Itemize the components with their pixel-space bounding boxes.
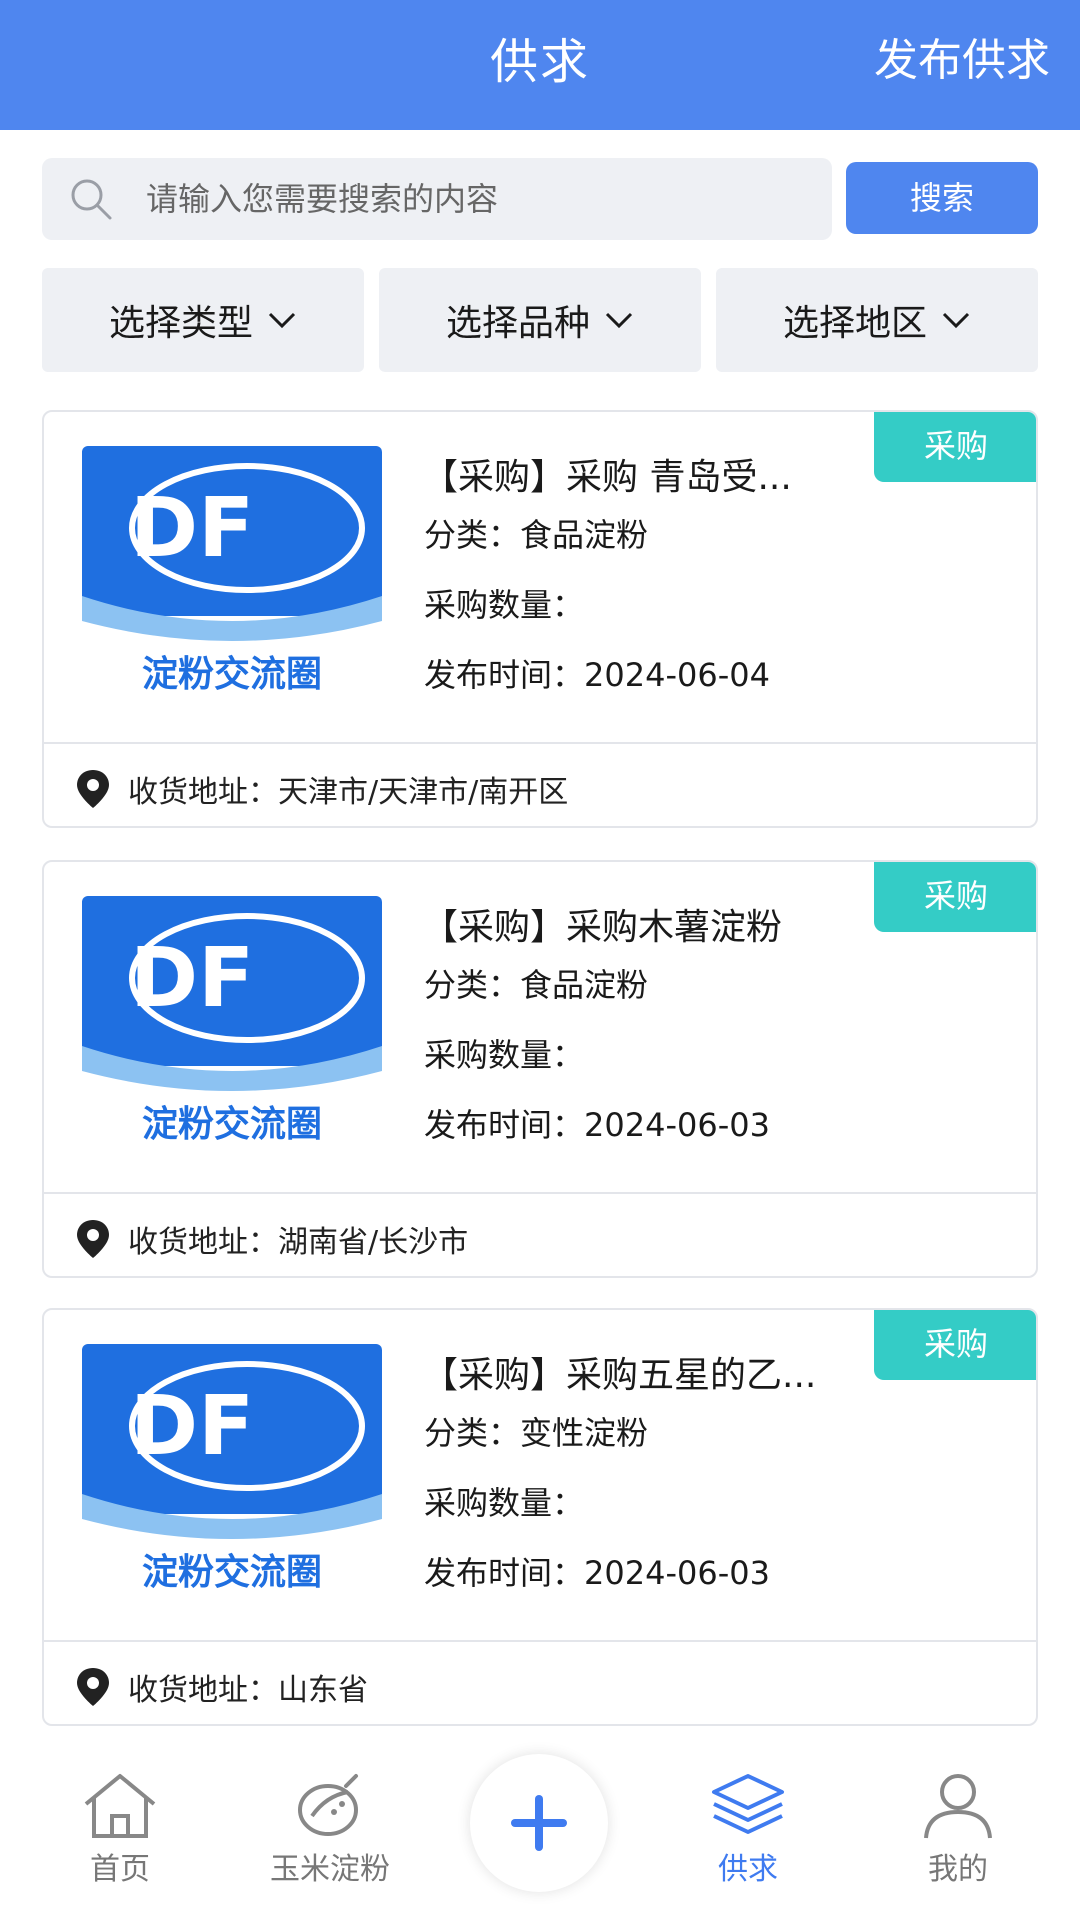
- publish-fab[interactable]: [470, 1754, 608, 1892]
- nav-label: 首页: [90, 1852, 150, 1887]
- logo-letters: DF: [130, 481, 254, 576]
- divider: [44, 1192, 1036, 1194]
- card-address: 收货地址：山东省: [128, 1673, 368, 1708]
- purchase-badge: 采购: [874, 862, 1036, 932]
- logo-letters: DF: [130, 1379, 254, 1474]
- supply-card[interactable]: DF 淀粉交流圈 【采购】采购五星的乙... 分类：变性淀粉 采购数量： 发布时…: [42, 1308, 1038, 1726]
- nav-item-mine[interactable]: 我的: [878, 1770, 1038, 1888]
- layers-icon: [712, 1774, 784, 1834]
- filter-type-dropdown[interactable]: 选择类型: [42, 268, 364, 372]
- df-logo-thumbnail: DF 淀粉交流圈: [82, 1344, 382, 1593]
- nav-label: 供求: [718, 1852, 778, 1887]
- logo-caption: 淀粉交流圈: [142, 653, 322, 695]
- corn-icon: [298, 1774, 358, 1836]
- filter-variety-dropdown[interactable]: 选择品种: [379, 268, 701, 372]
- chevron-down-icon: [268, 312, 296, 329]
- card-title: 【采购】采购木薯淀粉: [422, 907, 783, 948]
- filter-label: 选择地区: [782, 303, 927, 344]
- bottom-nav: 首页 玉米淀粉 供求 我的: [0, 1728, 1080, 1920]
- logo-caption: 淀粉交流圈: [142, 1551, 322, 1593]
- search-icon: [71, 179, 112, 220]
- nav-label: 我的: [928, 1852, 988, 1887]
- user-icon: [924, 1774, 992, 1839]
- df-logo-thumbnail: DF 淀粉交流圈: [82, 896, 382, 1145]
- nav-item-corn-starch[interactable]: 玉米淀粉: [250, 1770, 410, 1888]
- card-title: 【采购】采购 青岛受...: [422, 457, 792, 498]
- chevron-down-icon: [942, 312, 970, 329]
- home-icon: [84, 1774, 156, 1838]
- purchase-badge: 采购: [874, 412, 1036, 482]
- card-category: 分类：变性淀粉: [424, 1414, 649, 1452]
- card-title: 【采购】采购五星的乙...: [422, 1355, 817, 1396]
- df-logo-thumbnail: DF 淀粉交流圈: [82, 446, 382, 695]
- card-quantity: 采购数量：: [424, 586, 585, 624]
- publish-supply-button[interactable]: 发布供求: [874, 24, 1050, 88]
- filter-label: 选择品种: [445, 303, 590, 344]
- divider: [44, 1640, 1036, 1642]
- search-field[interactable]: 请输入您需要搜索的内容: [42, 158, 832, 240]
- location-pin-icon: [77, 1668, 109, 1706]
- search-input[interactable]: 请输入您需要搜索的内容: [146, 158, 498, 240]
- card-quantity: 采购数量：: [424, 1036, 585, 1074]
- card-address-row: 收货地址：湖南省/长沙市: [74, 1214, 468, 1264]
- card-address-row: 收货地址：天津市/天津市/南开区: [74, 764, 568, 814]
- logo-caption: 淀粉交流圈: [142, 1103, 322, 1145]
- card-quantity: 采购数量：: [424, 1484, 585, 1522]
- nav-label: 玉米淀粉: [270, 1852, 390, 1887]
- purchase-badge: 采购: [874, 1310, 1036, 1380]
- nav-item-home[interactable]: 首页: [40, 1770, 200, 1888]
- location-pin-icon: [77, 1220, 109, 1258]
- card-date: 发布时间：2024-06-04: [424, 656, 770, 694]
- location-pin-icon: [77, 770, 109, 808]
- card-address: 收货地址：湖南省/长沙市: [128, 1225, 469, 1260]
- supply-card[interactable]: DF 淀粉交流圈 【采购】采购木薯淀粉 分类：食品淀粉 采购数量： 发布时间：2…: [42, 860, 1038, 1278]
- filter-label: 选择类型: [108, 303, 253, 344]
- search-button[interactable]: 搜索: [846, 162, 1038, 234]
- chevron-down-icon: [605, 312, 633, 329]
- card-date: 发布时间：2024-06-03: [424, 1554, 770, 1592]
- nav-item-supply[interactable]: 供求: [668, 1770, 828, 1888]
- logo-letters: DF: [130, 931, 254, 1026]
- card-category: 分类：食品淀粉: [424, 516, 649, 554]
- filter-region-dropdown[interactable]: 选择地区: [716, 268, 1038, 372]
- card-category: 分类：食品淀粉: [424, 966, 649, 1004]
- app-header: 供求 发布供求: [0, 0, 1080, 130]
- card-address-row: 收货地址：山东省: [74, 1662, 368, 1712]
- plus-icon: [511, 1795, 567, 1851]
- divider: [44, 742, 1036, 744]
- card-address: 收货地址：天津市/天津市/南开区: [128, 775, 569, 810]
- supply-card[interactable]: DF 淀粉交流圈 【采购】采购 青岛受... 分类：食品淀粉 采购数量： 发布时…: [42, 410, 1038, 828]
- card-date: 发布时间：2024-06-03: [424, 1106, 770, 1144]
